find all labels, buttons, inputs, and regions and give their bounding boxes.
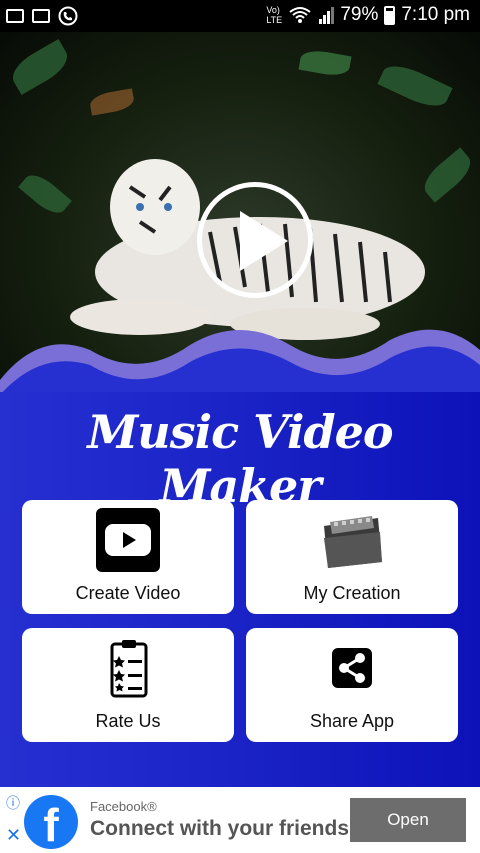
- play-video-button[interactable]: [197, 182, 313, 298]
- battery-icon: [384, 5, 396, 25]
- status-bar: Vo) LTE 79% 7:10 pm: [0, 0, 480, 32]
- facebook-logo-icon: f: [24, 795, 78, 851]
- share-app-label: Share App: [309, 711, 395, 731]
- ad-headline: Connect with your friends: [90, 817, 350, 840]
- create-video-button[interactable]: Create Video: [22, 500, 234, 614]
- rate-us-label: Rate Us: [95, 711, 161, 731]
- ad-brand: Facebook®: [90, 799, 157, 814]
- clock: 7:10 pm: [401, 4, 470, 25]
- app-title: Music Video Maker: [87, 405, 393, 513]
- ad-banner[interactable]: ⓘ ✕ f Facebook® Connect with your friend…: [0, 787, 480, 853]
- rate-us-button[interactable]: Rate Us: [22, 628, 234, 742]
- youtube-play-icon: [96, 508, 160, 572]
- notification-app-icon: [6, 9, 24, 23]
- notification-news-icon: [32, 9, 50, 23]
- wifi-icon: [289, 7, 311, 23]
- phone-call-icon: [58, 6, 78, 26]
- create-video-label: Create Video: [75, 583, 181, 603]
- share-icon: [332, 648, 372, 688]
- film-folder-icon: [324, 516, 382, 568]
- rating-clipboard-icon: [110, 640, 148, 698]
- network-label: Vo) LTE: [266, 5, 283, 25]
- ad-info-icon[interactable]: ⓘ: [6, 793, 20, 813]
- signal-icon: [319, 7, 335, 24]
- share-app-button[interactable]: Share App: [246, 628, 458, 742]
- notification-icons: [6, 6, 78, 26]
- my-creation-button[interactable]: My Creation: [246, 500, 458, 614]
- my-creation-label: My Creation: [303, 583, 401, 603]
- ad-close-icon[interactable]: ✕: [6, 825, 21, 846]
- ad-open-button[interactable]: Open: [350, 798, 466, 842]
- battery-percent: 79%: [340, 4, 379, 25]
